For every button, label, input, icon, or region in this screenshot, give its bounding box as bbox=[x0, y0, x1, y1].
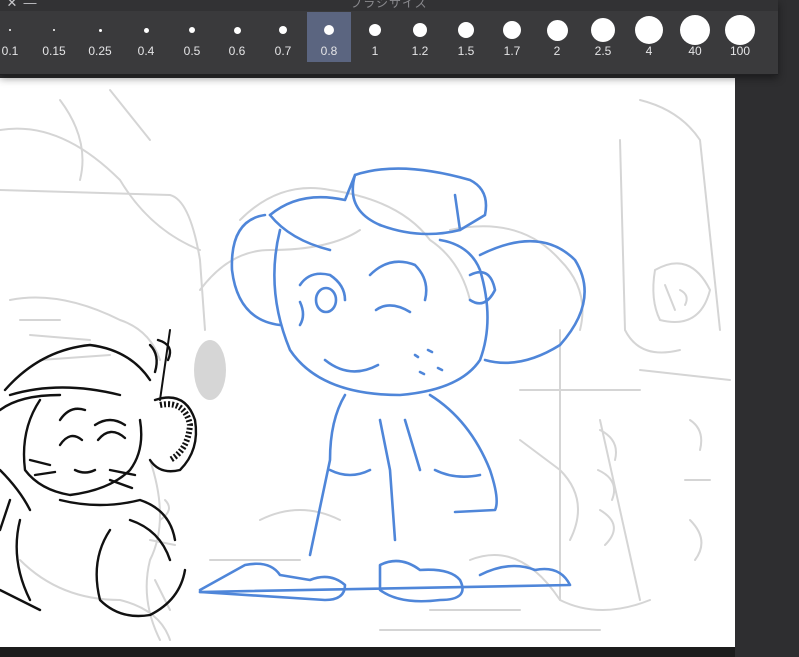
brush-size-option[interactable]: 0.6 bbox=[215, 12, 259, 62]
brush-dot-icon bbox=[535, 14, 579, 46]
brush-size-option[interactable]: 0.15 bbox=[32, 12, 76, 62]
brush-dot-icon bbox=[32, 14, 76, 46]
ink-shading bbox=[159, 401, 194, 463]
brush-dot-icon bbox=[444, 14, 488, 46]
brush-size-option[interactable]: 0.4 bbox=[124, 12, 168, 62]
brush-dot-icon bbox=[170, 14, 214, 46]
blur-smudge bbox=[194, 340, 226, 400]
brush-dot-icon bbox=[353, 14, 397, 46]
brush-dot-icon bbox=[490, 14, 534, 46]
brush-size-panel[interactable]: ブラシサイズ ✕ — 0.1 0.15 0.25 0.4 0.5 0.6 0.7 0.8 1 1.… bbox=[0, 0, 778, 75]
brush-size-option[interactable]: 0.8 bbox=[307, 12, 351, 62]
brush-size-option[interactable]: 0.25 bbox=[78, 12, 122, 62]
brush-size-option[interactable]: 1.7 bbox=[490, 12, 534, 62]
minimize-icon[interactable]: — bbox=[23, 0, 37, 10]
drawing-paper[interactable] bbox=[0, 78, 735, 647]
brush-size-label: 100 bbox=[729, 44, 751, 58]
brush-dot-icon bbox=[398, 14, 442, 46]
brush-dot-icon bbox=[307, 14, 351, 46]
brush-size-option[interactable]: 4 bbox=[627, 12, 671, 62]
brush-dot-icon bbox=[673, 14, 717, 46]
brush-dot-icon bbox=[78, 14, 122, 46]
brush-size-list: 0.1 0.15 0.25 0.4 0.5 0.6 0.7 0.8 1 1.2 1.5 1.7 2 2.5… bbox=[0, 12, 778, 64]
brush-size-option[interactable]: 0.5 bbox=[170, 12, 214, 62]
brush-dot-icon bbox=[215, 14, 259, 46]
panel-title: ブラシサイズ bbox=[350, 0, 428, 10]
brush-size-option[interactable]: 40 bbox=[673, 12, 717, 62]
panel-titlebar[interactable]: ブラシサイズ ✕ — bbox=[0, 0, 778, 11]
brush-size-option[interactable]: 2 bbox=[535, 12, 579, 62]
brush-size-option[interactable]: 1.5 bbox=[444, 12, 488, 62]
brush-dot-icon bbox=[718, 14, 762, 46]
brush-dot-icon bbox=[581, 14, 625, 46]
brush-size-option[interactable]: 1 bbox=[353, 12, 397, 62]
brush-size-option[interactable]: 0.7 bbox=[261, 12, 305, 62]
paper-bottom-edge bbox=[0, 647, 735, 657]
canvas-gutter bbox=[735, 0, 799, 657]
ink-character bbox=[0, 338, 198, 618]
blue-character bbox=[198, 167, 586, 603]
brush-size-option[interactable]: 1.2 bbox=[398, 12, 442, 62]
brush-dot-icon bbox=[261, 14, 305, 46]
canvas-area[interactable] bbox=[0, 0, 799, 657]
brush-dot-icon bbox=[627, 14, 671, 46]
brush-size-option[interactable]: 100 bbox=[718, 12, 762, 62]
brush-size-option[interactable]: 2.5 bbox=[581, 12, 625, 62]
brush-dot-icon bbox=[124, 14, 168, 46]
brush-dot-icon bbox=[0, 14, 32, 46]
close-icon[interactable]: ✕ bbox=[5, 0, 19, 10]
artwork-canvas[interactable] bbox=[0, 78, 735, 647]
